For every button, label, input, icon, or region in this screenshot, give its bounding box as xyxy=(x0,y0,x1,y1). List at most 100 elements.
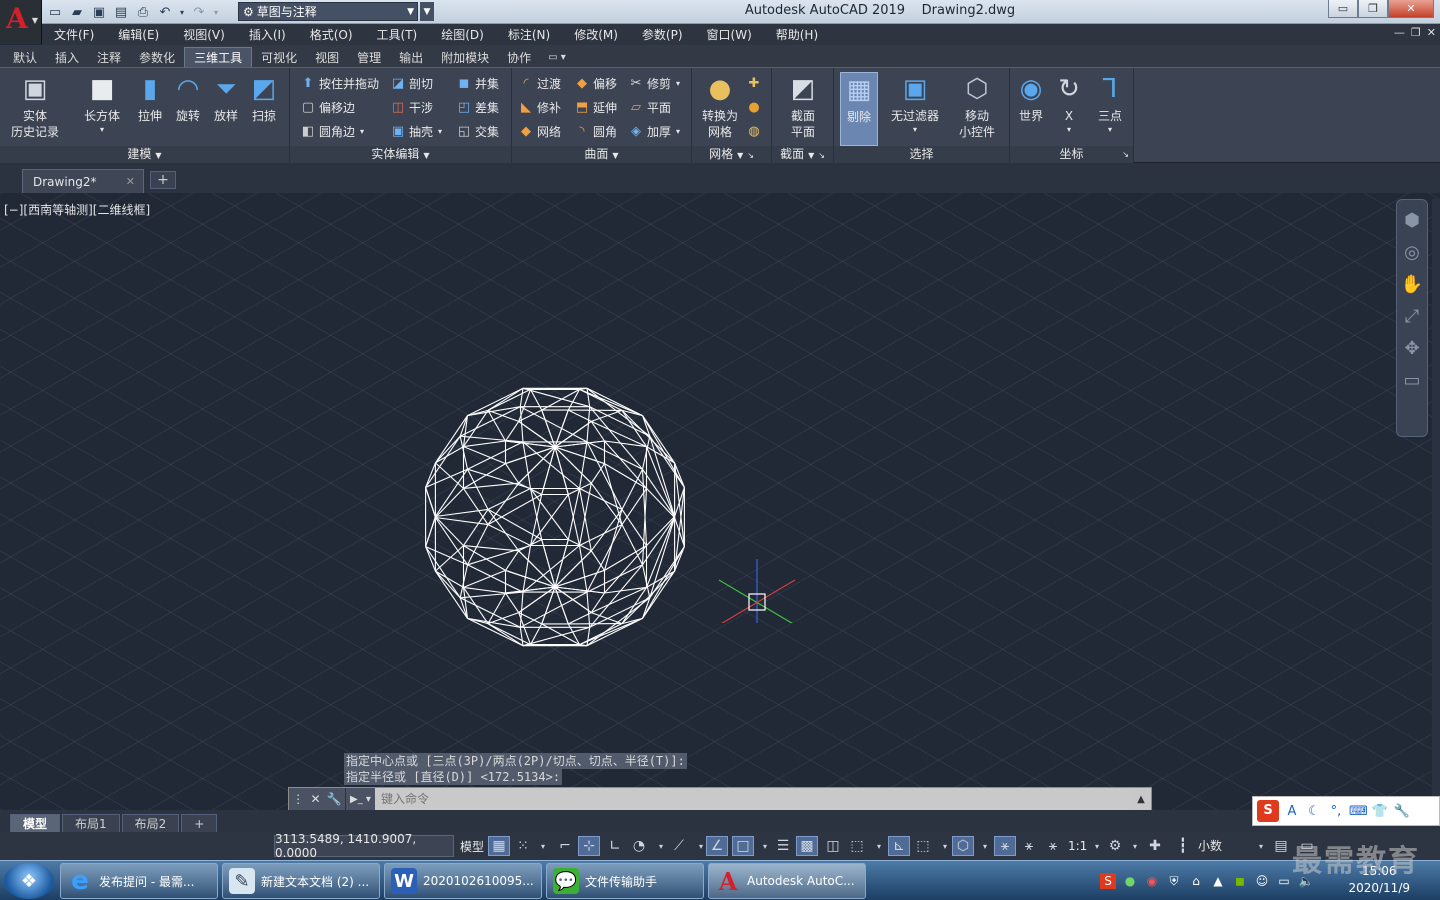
tab-model[interactable]: 模型 xyxy=(10,814,61,832)
units-icon[interactable]: ┇ xyxy=(1172,836,1194,856)
union-button[interactable]: ◼ 并集 xyxy=(456,72,499,94)
object-snap-tracking-icon[interactable]: ∠ xyxy=(706,836,728,856)
panel-title-mesh[interactable]: 网格 ▼ ↘ xyxy=(692,146,771,163)
taskbar-item-browser[interactable]: e 发布提问 - 最需... xyxy=(60,863,218,899)
autodesk-tray-icon[interactable]: ▲ xyxy=(1210,873,1226,889)
presspull-button[interactable]: ⬆ 按住并拖动 xyxy=(300,72,379,94)
tab-annotate[interactable]: 注释 xyxy=(88,47,130,67)
undo-icon[interactable]: ↶ xyxy=(156,3,174,21)
menu-draw[interactable]: 绘图(D) xyxy=(429,26,496,43)
menu-format[interactable]: 格式(O) xyxy=(298,26,365,43)
doc-restore-icon[interactable]: ❐ xyxy=(1411,26,1421,39)
mesh-sphere[interactable] xyxy=(410,373,700,663)
menu-window[interactable]: 窗口(W) xyxy=(695,26,764,43)
new-file-icon[interactable]: ▭ xyxy=(46,3,64,21)
tab-layout1[interactable]: 布局1 xyxy=(62,814,120,832)
tab-layout2[interactable]: 布局2 xyxy=(121,814,180,832)
save-icon[interactable]: ▣ xyxy=(90,3,108,21)
zoom-extents-icon[interactable]: ⤢ xyxy=(1400,304,1424,328)
viewport-scrollbar[interactable] xyxy=(1432,199,1440,810)
annotation-scale-value[interactable]: 1:1 xyxy=(1068,836,1087,856)
selection-filter-icon[interactable]: ⬚ xyxy=(912,836,934,856)
chevron-up-icon[interactable]: ▲ xyxy=(1131,794,1151,805)
snap-icon[interactable]: ⁙ xyxy=(512,836,534,856)
close-button[interactable]: ✕ xyxy=(1388,0,1434,18)
menu-file[interactable]: 文件(F) xyxy=(42,26,106,43)
plot-icon[interactable]: ⎙ xyxy=(134,3,152,21)
panel-title-selection[interactable]: 选择 xyxy=(834,146,1009,163)
move-gizmo-button[interactable]: ⬡ 移动 小控件 xyxy=(952,72,1002,146)
tab-visualize[interactable]: 可视化 xyxy=(252,47,306,67)
ucs-x-button[interactable]: ↻ X ▾ xyxy=(1050,72,1088,146)
surface-offset-button[interactable]: ◆ 偏移 xyxy=(574,72,617,94)
polar-tracking-icon[interactable]: ◔ xyxy=(628,836,650,856)
coordinate-readout[interactable]: 3113.5489, 1410.9007, 0.0000 xyxy=(274,832,454,860)
surface-fillet-button[interactable]: ◝ 圆角 xyxy=(574,120,617,142)
3d-object-snap-icon[interactable]: ⬚ xyxy=(846,836,868,856)
tab-manage[interactable]: 管理 xyxy=(348,47,390,67)
ucs-world-button[interactable]: ◉ 世界 xyxy=(1012,72,1050,146)
wechat-tray-icon[interactable]: ● xyxy=(1122,873,1138,889)
chevron-down-icon[interactable]: ▾ xyxy=(974,836,996,856)
tab-view[interactable]: 视图 xyxy=(306,47,348,67)
interfere-button[interactable]: ◫ 干涉 xyxy=(390,96,433,118)
menu-tools[interactable]: 工具(T) xyxy=(365,26,430,43)
new-tab-button[interactable]: + xyxy=(150,171,176,189)
minimize-button[interactable]: ▭ xyxy=(1328,0,1358,18)
fillet-edge-button[interactable]: ◧ 圆角边 ▾ xyxy=(300,120,364,142)
sweep-button[interactable]: ◩ 扫掠 xyxy=(242,72,286,146)
tab-default[interactable]: 默认 xyxy=(4,47,46,67)
workspace-select[interactable]: ⚙ 草图与注释 ▼ xyxy=(238,2,418,21)
mesh-refine-button[interactable]: ● xyxy=(746,96,762,118)
menu-help[interactable]: 帮助(H) xyxy=(764,26,830,43)
tab-3d-tools[interactable]: 三维工具 xyxy=(184,47,253,67)
doc-close-icon[interactable]: ✕ xyxy=(1427,26,1436,39)
blend-button[interactable]: ◜ 过渡 xyxy=(518,72,561,94)
ime-moon-icon[interactable]: ☾ xyxy=(1305,804,1323,819)
menu-modify[interactable]: 修改(M) xyxy=(562,26,630,43)
viewport-controls-label[interactable]: [−][西南等轴测][二维线框] xyxy=(4,201,150,218)
sogou-tray-icon[interactable]: S xyxy=(1100,873,1116,889)
transparency-icon[interactable]: ▩ xyxy=(796,836,818,856)
selection-cycling-icon[interactable]: ◫ xyxy=(822,836,844,856)
tab-insert[interactable]: 插入 xyxy=(46,47,88,67)
grip-icon[interactable]: ⋮ xyxy=(292,792,304,806)
grid-icon[interactable]: ▦ xyxy=(488,836,510,856)
steering-wheel-icon[interactable]: ◎ xyxy=(1400,240,1424,264)
annotation-scale-icon[interactable]: ⚹ xyxy=(1042,836,1064,856)
taskbar-item-notepad[interactable]: ✎ 新建文本文档 (2) ... xyxy=(222,863,380,899)
doc-minimize-icon[interactable]: — xyxy=(1394,26,1405,39)
menu-edit[interactable]: 编辑(E) xyxy=(106,26,171,43)
redo-dropdown-icon[interactable]: ▾ xyxy=(212,3,220,21)
drawing-viewport[interactable]: [−][西南等轴测][二维线框] ⬢ ◎ ✋ ⤢ ✥ ▭ 指定中心点或 [三点(… xyxy=(0,193,1440,811)
ucs-3point-button[interactable]: ⅂ 三点 ▾ xyxy=(1090,72,1130,146)
ime-punctuation-icon[interactable]: °, xyxy=(1327,804,1345,819)
command-input[interactable] xyxy=(375,788,1131,810)
panel-title-section[interactable]: 截面 ▼ ↘ xyxy=(772,146,833,163)
tab-output[interactable]: 输出 xyxy=(390,47,432,67)
restore-button[interactable]: ❐ xyxy=(1358,0,1388,18)
infer-constraints-icon[interactable]: ⌐ xyxy=(554,836,576,856)
panel-title-coordinates[interactable]: 坐标 ↘ xyxy=(1010,146,1133,163)
menu-dimension[interactable]: 标注(N) xyxy=(496,26,562,43)
undo-dropdown-icon[interactable]: ▾ xyxy=(178,3,186,21)
dialog-launcher-icon[interactable]: ↘ xyxy=(818,151,825,160)
isodraft-icon[interactable]: ⟋ xyxy=(668,836,690,856)
solid-history-button[interactable]: ▣ 实体 历史记录 xyxy=(10,72,60,146)
close-icon[interactable]: ✕ xyxy=(310,792,320,806)
ime-skin-icon[interactable]: 👕 xyxy=(1371,804,1389,819)
thicken-button[interactable]: ◈ 加厚 ▾ xyxy=(628,120,680,142)
viewcube-icon[interactable]: ⬢ xyxy=(1400,208,1424,232)
dynamic-ucs-icon[interactable]: ⊾ xyxy=(888,836,910,856)
panel-title-surface[interactable]: 曲面 ▼ xyxy=(512,146,691,163)
section-plane-button[interactable]: ◩ 截面 平面 xyxy=(781,72,825,146)
annotation-monitor-icon[interactable]: ✚ xyxy=(1144,836,1166,856)
convert-to-mesh-button[interactable]: ● 转换为 网格 xyxy=(698,72,742,146)
mesh-crease-button[interactable]: ◍ xyxy=(746,120,762,142)
add-layout-button[interactable]: + xyxy=(181,814,218,832)
save-as-icon[interactable]: ▤ xyxy=(112,3,130,21)
chevron-down-icon[interactable]: ▾ xyxy=(1250,836,1272,856)
patch-button[interactable]: ◣ 修补 xyxy=(518,96,561,118)
trim-button[interactable]: ✂ 修剪 ▾ xyxy=(628,72,680,94)
pan-hand-icon[interactable]: ✋ xyxy=(1400,272,1424,296)
